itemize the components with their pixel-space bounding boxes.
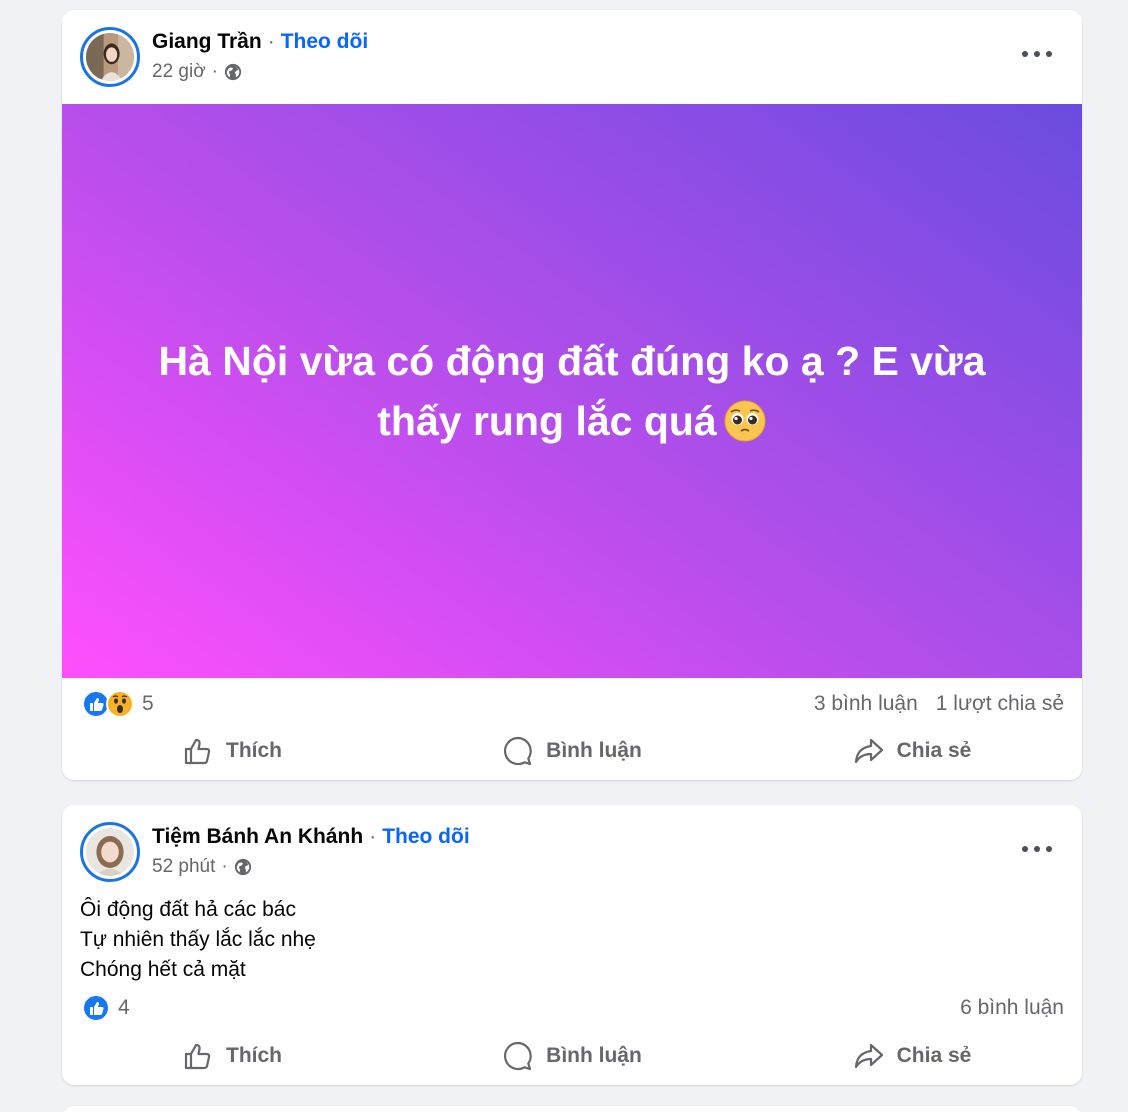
- post-time[interactable]: 22 giờ: [152, 60, 206, 84]
- reactions-summary[interactable]: 5: [82, 690, 154, 718]
- comment-label: Bình luận: [546, 739, 642, 762]
- follow-link[interactable]: Theo dõi: [382, 825, 470, 848]
- post-header: Tiệm Bánh An Khánh · Theo dõi 52 phút ·: [62, 805, 1082, 899]
- post-stats: 4 6 bình luận: [62, 988, 1082, 1028]
- author-name[interactable]: Giang Trần: [152, 30, 262, 53]
- share-button[interactable]: Chia sẻ: [742, 1031, 1082, 1081]
- post-card: Giang Trần · Theo dõi 22 giờ · Hà Nội vừa c…: [62, 10, 1082, 780]
- comments-count[interactable]: 3 bình luận: [814, 692, 918, 715]
- share-button[interactable]: Chia sẻ: [742, 726, 1082, 776]
- author-avatar[interactable]: [80, 27, 140, 87]
- post-actions: Thích Bình luận Chia sẻ: [62, 1031, 1082, 1081]
- post-content: Ôi động đất hả các bác Tự nhiên thấy lắc…: [80, 895, 316, 985]
- reaction-count: 4: [118, 996, 130, 1019]
- post-content: Hà Nội vừa có động đất đúng ko ạ ? E vừa…: [158, 338, 986, 444]
- post-line: Ôi động đất hả các bác: [80, 898, 296, 921]
- share-icon: [854, 738, 883, 764]
- author-name[interactable]: Tiệm Bánh An Khánh: [152, 825, 363, 848]
- post-line: Chóng hết cả mặt: [80, 958, 246, 981]
- post-header: Giang Trần · Theo dõi 22 giờ ·: [62, 10, 1082, 104]
- reaction-count: 5: [142, 692, 154, 715]
- follow-link[interactable]: Theo dõi: [281, 30, 369, 53]
- thumbs-up-icon: [184, 738, 211, 765]
- post-line: Tự nhiên thấy lắc lắc nhẹ: [80, 928, 316, 951]
- post-meta: 52 phút ·: [152, 855, 252, 879]
- share-label: Chia sẻ: [896, 1044, 972, 1067]
- comment-share-stats: 3 bình luận 1 lượt chia sẻ: [814, 692, 1064, 716]
- comment-button[interactable]: Bình luận: [402, 1031, 742, 1081]
- comment-button[interactable]: Bình luận: [402, 726, 742, 776]
- post-time[interactable]: 52 phút: [152, 855, 215, 879]
- comment-icon: [504, 736, 532, 766]
- author-avatar[interactable]: [80, 822, 140, 882]
- post-actions: Thích Bình luận Chia sẻ: [62, 726, 1082, 776]
- globe-icon: [234, 858, 251, 876]
- author-line: Giang Trần · Theo dõi: [152, 30, 369, 53]
- like-reaction-icon: [82, 994, 110, 1022]
- post-card: Tiệm Bánh An Khánh · Theo dõi 52 phút · Ôi …: [62, 805, 1082, 1085]
- globe-icon: [224, 63, 242, 81]
- comments-count[interactable]: 6 bình luận: [960, 996, 1064, 1019]
- thumbs-up-icon: [184, 1043, 211, 1070]
- more-options-icon[interactable]: [1022, 42, 1052, 66]
- comment-label: Bình luận: [546, 1044, 642, 1067]
- comment-icon: [504, 1041, 532, 1071]
- like-button[interactable]: Thích: [62, 1031, 402, 1081]
- like-button[interactable]: Thích: [62, 726, 402, 776]
- next-post-card: [62, 1106, 1082, 1112]
- post-background-text: Hà Nội vừa có động đất đúng ko ạ ? E vừa…: [62, 104, 1082, 678]
- wow-reaction-icon: [106, 690, 134, 718]
- reactions-summary[interactable]: 4: [82, 994, 130, 1022]
- like-label: Thích: [226, 739, 282, 762]
- comment-share-stats: 6 bình luận: [960, 996, 1064, 1020]
- share-icon: [854, 1043, 883, 1069]
- like-label: Thích: [226, 1044, 282, 1067]
- share-label: Chia sẻ: [896, 739, 972, 762]
- author-line: Tiệm Bánh An Khánh · Theo dõi: [152, 825, 470, 848]
- shares-count[interactable]: 1 lượt chia sẻ: [936, 692, 1064, 715]
- more-options-icon[interactable]: [1022, 837, 1052, 861]
- post-stats: 5 3 bình luận 1 lượt chia sẻ: [62, 684, 1082, 724]
- pleading-face-emoji: [724, 400, 766, 442]
- post-meta: 22 giờ ·: [152, 60, 242, 84]
